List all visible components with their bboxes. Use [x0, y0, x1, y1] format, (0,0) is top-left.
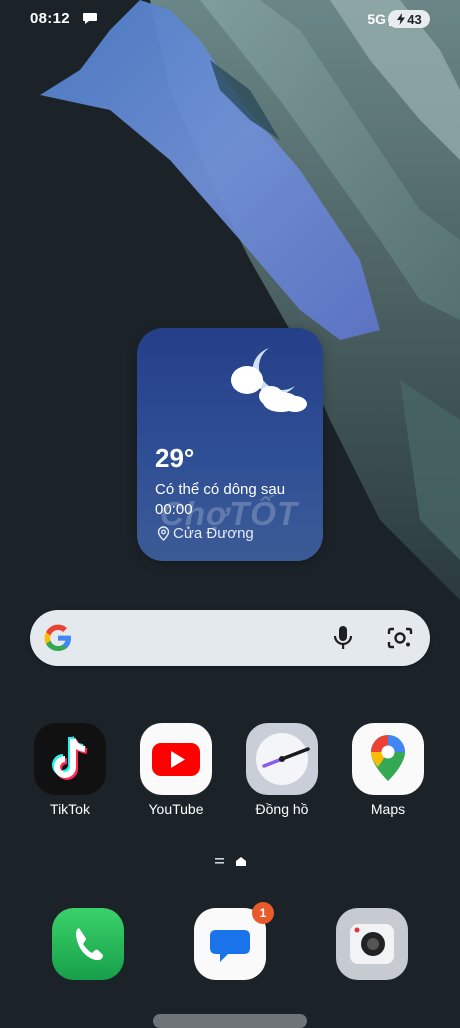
camera-icon: [350, 924, 394, 964]
page-indicator[interactable]: [215, 855, 247, 867]
app-youtube[interactable]: YouTube: [126, 723, 226, 817]
app-label: Đồng hồ: [255, 801, 309, 817]
dock-messages[interactable]: 1: [194, 902, 274, 980]
status-time: 08:12: [30, 10, 70, 27]
clock-icon: [246, 723, 318, 795]
watermark: ChợTỐT: [160, 495, 299, 532]
app-clock[interactable]: Đồng hồ: [232, 723, 332, 817]
battery-indicator: 43: [388, 10, 430, 28]
network-type: 5G: [367, 11, 386, 27]
dock-camera[interactable]: [336, 908, 408, 980]
youtube-icon: [140, 723, 212, 795]
app-label: TikTok: [50, 801, 90, 817]
app-label: YouTube: [148, 801, 204, 817]
dock-phone[interactable]: [52, 908, 124, 980]
google-logo-icon: [44, 624, 71, 651]
status-bar: 08:12 5G 43: [0, 0, 460, 40]
google-search-bar[interactable]: [30, 610, 430, 666]
battery-level: 43: [407, 11, 422, 27]
weather-temperature: 29°: [155, 443, 195, 473]
maps-icon: [352, 723, 424, 795]
microphone-icon[interactable]: [332, 624, 354, 652]
app-tiktok[interactable]: TikTok: [20, 723, 120, 817]
moon-cloud-icon: [231, 348, 307, 412]
google-lens-icon[interactable]: [387, 626, 413, 650]
tiktok-icon: [34, 723, 106, 795]
charging-icon: [397, 13, 406, 25]
navigation-handle[interactable]: [153, 1014, 307, 1028]
notification-badge: 1: [252, 902, 274, 924]
phone-icon: [76, 928, 103, 961]
app-label: Maps: [370, 801, 406, 817]
app-maps[interactable]: Maps: [338, 723, 438, 817]
message-notification-icon: [83, 13, 97, 24]
